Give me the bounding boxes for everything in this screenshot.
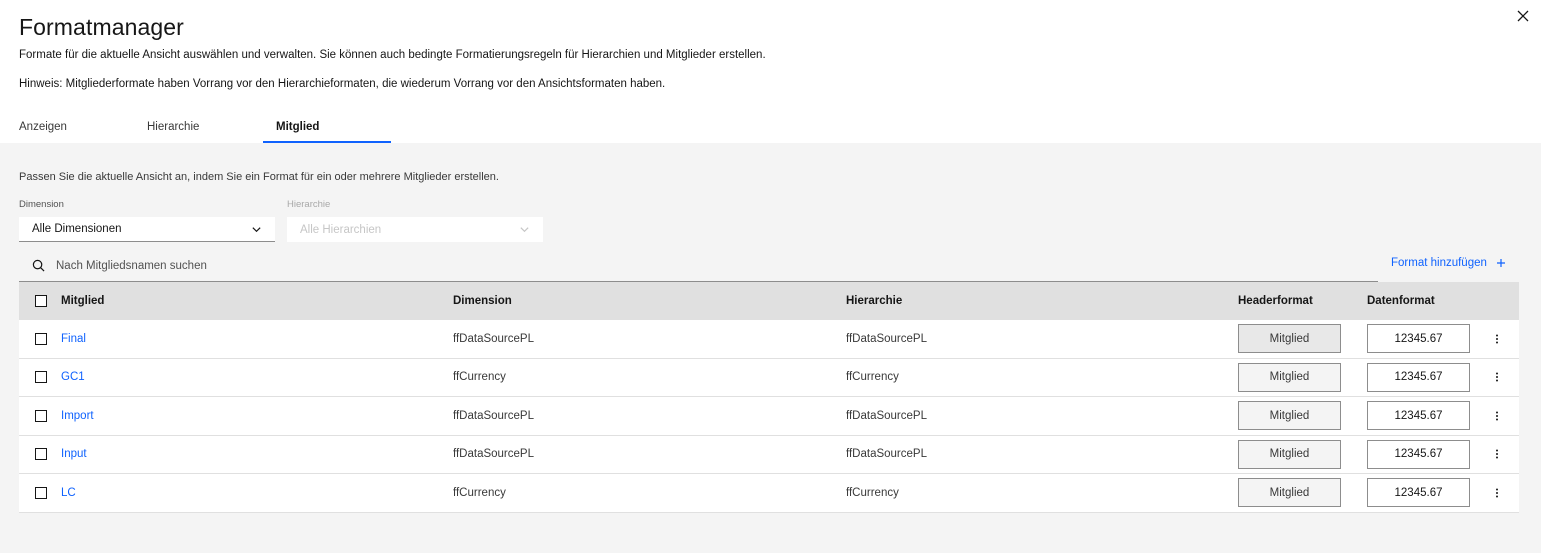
dimension-cell: ffCurrency [453,486,506,499]
member-link[interactable]: GC1 [61,371,85,383]
row-overflow-menu[interactable] [1489,331,1505,347]
data-format-button[interactable]: 12345.67 [1367,324,1470,353]
row-checkbox[interactable] [35,486,47,499]
add-format-label: Format hinzufügen [1391,257,1487,269]
data-format-button[interactable]: 12345.67 [1367,478,1470,507]
overflow-menu-icon [1496,411,1498,421]
table-row: LC ffCurrency ffCurrency Mitglied 12345.… [19,474,1519,513]
hierarchy-dropdown-value: Alle Hierarchien [300,223,382,236]
data-format-button[interactable]: 12345.67 [1367,401,1470,430]
table-row: GC1 ffCurrency ffCurrency Mitglied 12345… [19,358,1519,397]
overflow-menu-icon [1496,334,1498,344]
table-row: Import ffDataSourcePL ffDataSourcePL Mit… [19,397,1519,436]
column-header-hierarchy[interactable]: Hierarchie [846,295,902,307]
row-overflow-menu[interactable] [1489,408,1505,424]
member-link[interactable]: Import [61,410,94,422]
dimension-cell: ffDataSourcePL [453,332,534,345]
row-overflow-menu[interactable] [1489,485,1505,501]
row-checkbox[interactable] [35,448,47,461]
dimension-cell: ffCurrency [453,371,506,384]
row-checkbox[interactable] [35,409,47,422]
dimension-cell: ffDataSourcePL [453,448,534,461]
tab-mitglied[interactable]: Mitglied [263,114,391,143]
dialog-title: Formatmanager [19,14,184,40]
add-format-button[interactable]: Format hinzufügen [1391,257,1506,269]
column-header-dataformat: Datenformat [1367,295,1435,307]
search-icon [32,259,45,272]
close-button[interactable] [1513,6,1533,26]
hierarchy-dropdown: Alle Hierarchien [287,217,543,242]
header-format-button[interactable]: Mitglied [1238,478,1341,507]
column-header-headerformat: Headerformat [1238,295,1313,307]
row-overflow-menu[interactable] [1489,369,1505,385]
row-checkbox[interactable] [35,371,47,384]
dimension-dropdown-value: Alle Dimensionen [32,223,122,235]
chevron-down-icon [520,227,529,233]
select-all-checkbox[interactable] [35,295,47,307]
hierarchy-cell: ffDataSourcePL [846,409,927,422]
plus-icon [1496,259,1505,267]
data-format-button[interactable]: 12345.67 [1367,362,1470,392]
dimension-dropdown[interactable]: Alle Dimensionen [19,217,275,242]
dimension-label: Dimension [19,199,64,210]
member-link[interactable]: LC [61,487,76,499]
panel-intro: Passen Sie die aktuelle Ansicht an, inde… [19,171,499,183]
tab-bar: Anzeigen Hierarchie Mitglied [0,114,1541,143]
overflow-menu-icon [1496,449,1498,459]
table-row: Input ffDataSourcePL ffDataSourcePL Mitg… [19,435,1519,474]
hierarchy-label: Hierarchie [287,199,331,210]
row-overflow-menu[interactable] [1489,446,1505,462]
header-format-button[interactable]: Mitglied [1238,324,1341,353]
column-header-member[interactable]: Mitglied [61,295,104,307]
overflow-menu-icon [1496,372,1498,382]
search-input[interactable] [56,259,656,272]
overflow-menu-icon [1496,488,1498,498]
tab-hierarchie[interactable]: Hierarchie [147,114,199,143]
member-link[interactable]: Input [61,448,87,460]
dimension-cell: ffDataSourcePL [453,409,534,422]
dialog-hint: Hinweis: Mitgliederformate haben Vorrang… [19,78,666,90]
hierarchy-cell: ffCurrency [846,486,899,499]
hierarchy-cell: ffCurrency [846,371,899,384]
table-header: Mitglied Dimension Hierarchie Headerform… [19,282,1519,320]
member-link[interactable]: Final [61,333,86,345]
table-row: Final ffDataSourcePL ffDataSourcePL Mitg… [19,320,1519,359]
row-checkbox[interactable] [35,332,47,345]
dialog-description: Formate für die aktuelle Ansicht auswähl… [19,49,766,61]
members-table: Mitglied Dimension Hierarchie Headerform… [19,282,1519,513]
header-format-button[interactable]: Mitglied [1238,439,1341,469]
hierarchy-cell: ffDataSourcePL [846,332,927,345]
tab-anzeigen[interactable]: Anzeigen [19,114,67,143]
close-icon [1517,10,1529,22]
column-header-dimension[interactable]: Dimension [453,295,512,307]
data-format-button[interactable]: 12345.67 [1367,439,1470,469]
hierarchy-cell: ffDataSourcePL [846,448,927,461]
chevron-down-icon [252,226,261,232]
header-format-button[interactable]: Mitglied [1238,362,1341,392]
member-search [19,250,1378,282]
header-format-button[interactable]: Mitglied [1238,401,1341,430]
member-panel: Passen Sie die aktuelle Ansicht an, inde… [0,143,1541,553]
